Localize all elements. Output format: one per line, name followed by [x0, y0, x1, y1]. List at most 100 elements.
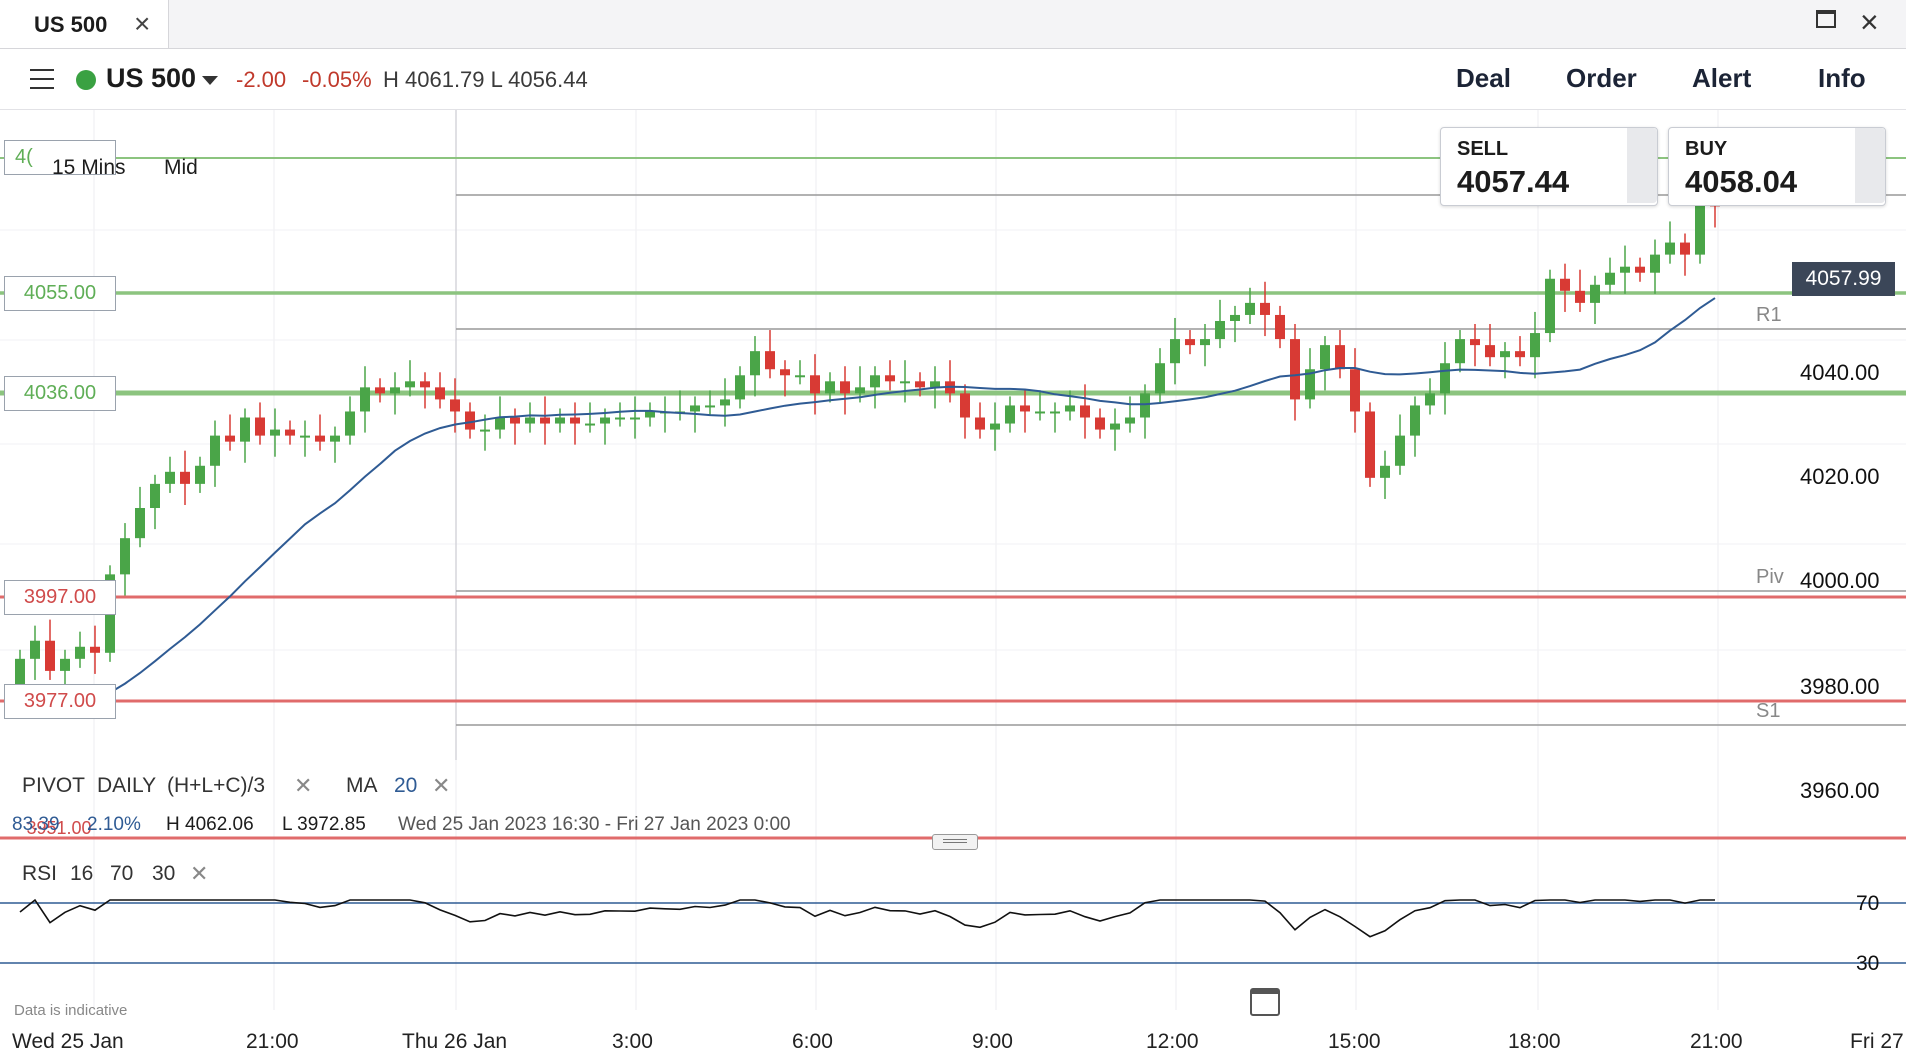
remove-ma-icon[interactable]: ✕: [432, 773, 450, 799]
pivot-s1-label: S1: [1756, 700, 1781, 722]
grid: [0, 110, 1906, 1010]
candle-body: [1290, 339, 1300, 400]
buy-price: 4058.04: [1685, 164, 1798, 199]
candle-body: [405, 381, 415, 388]
candle-body: [1470, 339, 1480, 346]
tab-bar: US 500 × ×: [0, 0, 1906, 49]
stat-range-pct: 2.10%: [87, 814, 141, 835]
stat-high: H 4062.06: [166, 814, 254, 835]
x-tick: 18:00: [1508, 1030, 1561, 1053]
y-tick: 3980.00: [1800, 674, 1880, 699]
chevron-down-icon[interactable]: [202, 76, 218, 85]
candle-body: [1365, 411, 1375, 478]
remove-rsi-icon[interactable]: ✕: [190, 861, 208, 887]
candle-body: [285, 429, 295, 436]
interval-selector[interactable]: 15 Mins: [52, 156, 126, 180]
y-tick: 4020.00: [1800, 464, 1880, 489]
hamburger-menu-icon[interactable]: [30, 69, 54, 89]
candle-body: [435, 387, 445, 400]
stat-low: L 3972.85: [282, 814, 366, 835]
close-window-icon[interactable]: ×: [1860, 4, 1879, 41]
sell-price: 4057.44: [1457, 164, 1570, 199]
candle-body: [165, 471, 175, 484]
level-lines: [0, 157, 1906, 840]
level-3977[interactable]: 3977.00: [4, 684, 116, 719]
x-tick: 21:00: [246, 1030, 299, 1053]
candle-body: [240, 417, 250, 442]
candle-body: [1680, 242, 1690, 255]
stat-period: Wed 25 Jan 2023 16:30 - Fri 27 Jan 2023 …: [398, 814, 791, 835]
sell-button[interactable]: SELL 4057.44: [1440, 127, 1658, 206]
candle-body: [645, 411, 655, 418]
candle-body: [915, 381, 925, 388]
deal-button[interactable]: Deal: [1456, 63, 1511, 94]
close-tab-icon[interactable]: ×: [134, 8, 150, 40]
candle-body: [300, 435, 310, 438]
candle-body: [390, 387, 400, 394]
candle-body: [630, 417, 640, 420]
candle-body: [600, 417, 610, 424]
buy-button[interactable]: BUY 4058.04: [1668, 127, 1886, 206]
candle-body: [1380, 465, 1390, 478]
price-chart[interactable]: [0, 110, 1906, 1060]
candle-body: [900, 381, 910, 384]
candle-body: [1665, 242, 1675, 255]
candle-body: [495, 417, 505, 430]
maximize-icon[interactable]: [1816, 10, 1836, 28]
candle-body: [330, 435, 340, 442]
high-low: H 4061.79 L 4056.44: [383, 67, 588, 92]
candle-body: [885, 375, 895, 382]
candle-body: [975, 417, 985, 430]
panel-resize-handle[interactable]: [932, 834, 978, 850]
pivot-piv-label: Piv: [1756, 566, 1784, 588]
candle-body: [1080, 405, 1090, 418]
candle-body: [765, 351, 775, 370]
candle-body: [585, 423, 595, 426]
tab-title: US 500: [34, 12, 108, 37]
candle-body: [1560, 278, 1570, 291]
price-type-selector[interactable]: Mid: [164, 156, 198, 180]
candle-body: [180, 471, 190, 484]
rsi-tick-70: 70: [1856, 892, 1880, 915]
instrument-name[interactable]: US 500: [106, 63, 196, 94]
change-percent: -0.05%: [302, 67, 372, 92]
candle-body: [1110, 423, 1120, 430]
candle-body: [1095, 417, 1105, 430]
calendar-icon[interactable]: [1250, 988, 1280, 1016]
disclaimer: Data is indicative: [14, 1002, 128, 1019]
rsi-lower: 30: [152, 862, 176, 885]
candle-body: [45, 640, 55, 671]
last-price-tag: 4057.99: [1792, 262, 1895, 296]
candle-body: [1515, 351, 1525, 358]
alert-button[interactable]: Alert: [1692, 63, 1751, 94]
rsi-period: 16: [70, 862, 94, 885]
order-button[interactable]: Order: [1566, 63, 1637, 94]
info-button[interactable]: Info: [1818, 63, 1866, 94]
candle-body: [750, 351, 760, 376]
level-4036[interactable]: 4036.00: [4, 376, 116, 411]
candle-body: [225, 435, 235, 442]
level-3997[interactable]: 3997.00: [4, 580, 116, 615]
candle-body: [840, 381, 850, 394]
candle-body: [360, 387, 370, 412]
candle-body: [1230, 314, 1240, 321]
stat-range: 83.39: [12, 814, 60, 835]
candle-body: [135, 508, 145, 539]
candle-body: [1155, 363, 1165, 394]
candle-body: [1455, 339, 1465, 364]
candle-body: [210, 435, 220, 466]
candle-body: [795, 375, 805, 378]
pivot-indicator-formula: (H+L+C)/3: [167, 774, 266, 797]
candle-body: [1395, 435, 1405, 466]
level-4055[interactable]: 4055.00: [4, 276, 116, 311]
tab-us500[interactable]: US 500 ×: [0, 0, 169, 48]
x-tick: 15:00: [1328, 1030, 1381, 1053]
candles: [15, 173, 1720, 711]
x-tick: Thu 26 Jan: [402, 1030, 508, 1053]
candle-body: [720, 399, 730, 406]
candle-body: [1275, 314, 1285, 340]
remove-pivot-icon[interactable]: ✕: [294, 773, 312, 799]
candle-body: [60, 658, 70, 671]
instrument-header: US 500 -2.00 -0.05% H 4061.79 L 4056.44 …: [0, 49, 1906, 110]
candle-body: [1530, 333, 1540, 358]
